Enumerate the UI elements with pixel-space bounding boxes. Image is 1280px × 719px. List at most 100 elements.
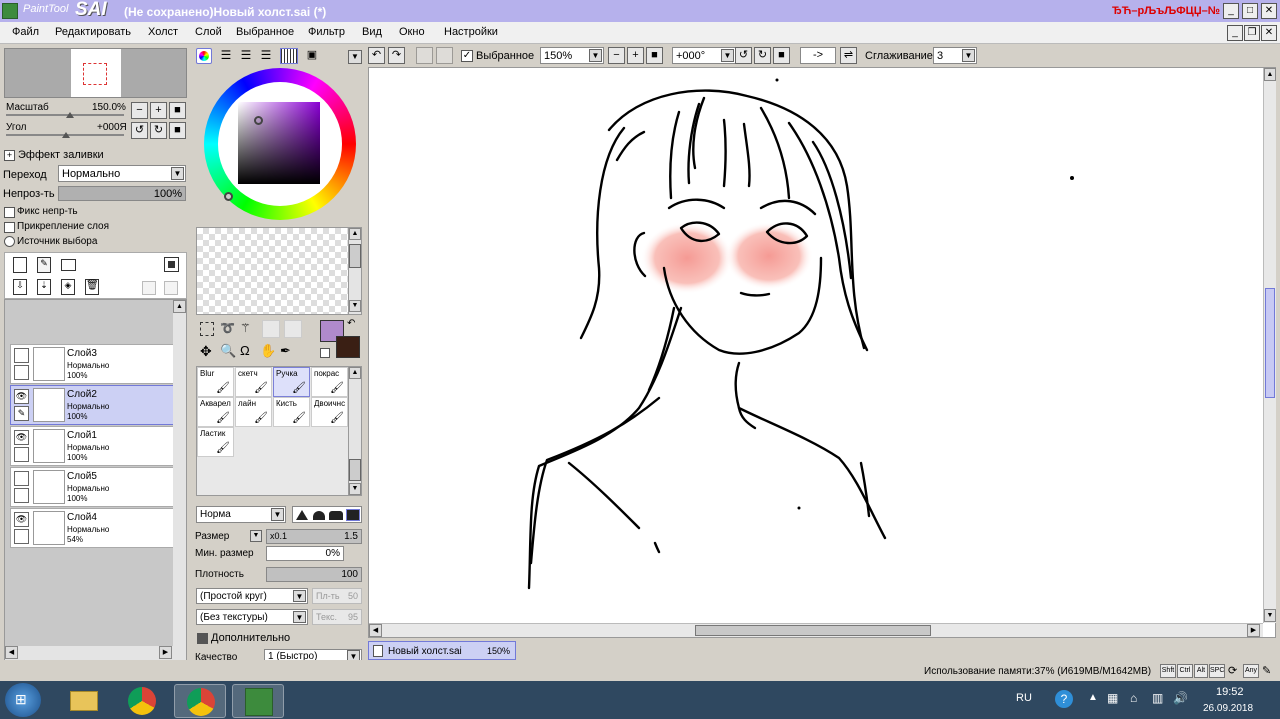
scroll-up-icon[interactable]: ▲: [173, 300, 186, 313]
scroll-left-icon[interactable]: ◀: [369, 624, 382, 637]
zoom-reset-button[interactable]: ■: [169, 102, 186, 119]
tool-grid-scrollbar[interactable]: ▲ ▼: [348, 366, 362, 496]
swatches-tab[interactable]: [280, 48, 298, 64]
sv-cursor[interactable]: [254, 116, 263, 125]
scale-slider-handle[interactable]: [66, 112, 74, 118]
swatch-scroll-thumb[interactable]: [349, 244, 361, 268]
brush-tool-slot[interactable]: скетч 🖌: [235, 367, 272, 397]
taskbar-chrome[interactable]: [116, 684, 168, 718]
zoom-select[interactable]: 150% ▼: [540, 47, 604, 64]
maximize-button[interactable]: □: [1242, 3, 1258, 19]
color-wheel-tab[interactable]: [196, 48, 212, 64]
layer-row[interactable]: Слой5 Нормально 100%: [10, 467, 176, 507]
layer-visibility-toggle[interactable]: 👁: [14, 512, 29, 527]
brush-tool-slot[interactable]: покрас 🖌: [311, 367, 348, 397]
stabilizer-select[interactable]: 3 ▼: [933, 47, 977, 64]
menu-settings[interactable]: Настройки: [444, 26, 498, 38]
flip-horizontal-button[interactable]: ->: [800, 47, 836, 64]
language-indicator[interactable]: RU: [1016, 692, 1032, 704]
clock-date[interactable]: 26.09.2018: [1203, 703, 1253, 714]
layer-row[interactable]: Слой3 Нормально 100%: [10, 344, 176, 384]
brush-edge-selector[interactable]: [292, 506, 362, 523]
layer-lock-toggle[interactable]: [14, 365, 29, 380]
min-size-slider[interactable]: 0%: [266, 546, 344, 561]
selection-source-radio[interactable]: [4, 236, 15, 247]
magic-wand-icon[interactable]: ⚚: [240, 322, 256, 336]
edge-hard-icon[interactable]: [296, 510, 308, 520]
rotate-left-button[interactable]: ↺: [131, 122, 148, 139]
hsv-slider-tab[interactable]: ☰: [238, 48, 254, 64]
rotate-icon[interactable]: Ω: [240, 344, 256, 360]
angle-select[interactable]: +000° ▼: [672, 47, 736, 64]
canvas-vscroll-thumb[interactable]: [1265, 288, 1275, 398]
scroll-up-icon[interactable]: ▲: [349, 367, 361, 379]
clock-time[interactable]: 19:52: [1216, 686, 1244, 698]
edge-medium-icon[interactable]: [313, 511, 325, 520]
texture-param-field[interactable]: Текс. 95: [312, 609, 362, 625]
zoom-in-button[interactable]: +: [150, 102, 167, 119]
taskbar-chrome-2[interactable]: [174, 684, 226, 718]
brush-tool-slot[interactable]: Акварел 🖌: [197, 397, 234, 427]
brush-tool-slot[interactable]: Кисть 🖌: [273, 397, 310, 427]
edge-square-icon[interactable]: [346, 509, 360, 521]
minimize-button[interactable]: _: [1223, 3, 1239, 19]
hue-cursor[interactable]: [224, 192, 233, 201]
scale-slider[interactable]: [6, 114, 124, 116]
density-slider[interactable]: 100: [266, 567, 362, 582]
swatch-scrollbar[interactable]: ▲ ▼: [348, 227, 362, 315]
zoom-out-button[interactable]: −: [131, 102, 148, 119]
brush-texture-select[interactable]: (Без текстуры) ▼: [196, 609, 308, 625]
toolbar-rotate-reset-button[interactable]: ■: [773, 47, 790, 64]
brush-tool-slot[interactable]: Ручка 🖌: [273, 367, 310, 397]
navigator-preview[interactable]: [4, 48, 187, 98]
show-selection-checkbox[interactable]: ✓: [461, 50, 473, 62]
scroll-left-icon[interactable]: ◀: [5, 646, 18, 659]
canvas-artwork[interactable]: [369, 68, 1265, 623]
menu-canvas[interactable]: Холст: [148, 26, 178, 38]
redo-button[interactable]: ↷: [388, 47, 405, 64]
canvas-vscrollbar[interactable]: ▲ ▼: [1263, 68, 1276, 623]
scroll-down-icon[interactable]: ▼: [349, 300, 361, 312]
clear-layer-icon[interactable]: ◈: [61, 279, 75, 295]
scroll-down-icon[interactable]: ▼: [349, 483, 361, 495]
toolbar-rotate-left-button[interactable]: ↺: [735, 47, 752, 64]
saturation-value-square[interactable]: [238, 102, 320, 184]
layer-lock-toggle[interactable]: [14, 488, 29, 503]
layer-visibility-toggle[interactable]: 👁: [14, 389, 29, 404]
undo-button[interactable]: ↶: [368, 47, 385, 64]
menu-filter[interactable]: Фильтр: [308, 26, 345, 38]
layer-lock-toggle[interactable]: [14, 447, 29, 462]
volume-icon[interactable]: 🔊: [1173, 691, 1188, 705]
move-icon[interactable]: ✥: [200, 344, 216, 360]
brush-tool-slot[interactable]: Двоичнс 🖌: [311, 397, 348, 427]
lock-opacity-checkbox[interactable]: [4, 207, 15, 218]
layer-visibility-toggle[interactable]: 👁: [14, 430, 29, 445]
new-layer-icon[interactable]: [13, 257, 27, 273]
taskbar-explorer[interactable]: [58, 684, 110, 718]
menu-edit[interactable]: Редактировать: [55, 26, 131, 38]
layer-list-hscrollbar[interactable]: ◀ ▶: [5, 646, 186, 660]
shape-param-field[interactable]: Пл-ть 50: [312, 588, 362, 604]
layer-visibility-toggle[interactable]: [14, 471, 29, 486]
mixer-tab[interactable]: ☰: [258, 48, 274, 64]
menu-window[interactable]: Окно: [399, 26, 425, 38]
scroll-right-icon[interactable]: ▶: [159, 646, 172, 659]
stabilizer-button[interactable]: ⇌: [840, 47, 857, 64]
blend-mode-select[interactable]: Нормально ▼: [58, 165, 186, 182]
rotate-right-button[interactable]: ↻: [150, 122, 167, 139]
menu-selection[interactable]: Выбранное: [236, 26, 294, 38]
expand-icon[interactable]: +: [4, 150, 15, 161]
close-button[interactable]: ✕: [1261, 3, 1277, 19]
brush-tool-slot[interactable]: Blur 🖌: [197, 367, 234, 397]
tool-scroll-thumb[interactable]: [349, 459, 361, 481]
opacity-slider[interactable]: 100%: [58, 186, 186, 201]
tray-app-icon[interactable]: ▦: [1107, 691, 1118, 705]
menu-layer[interactable]: Слой: [195, 26, 222, 38]
toolbar-zoom-reset-button[interactable]: ■: [646, 47, 663, 64]
layer-lock-toggle[interactable]: [14, 529, 29, 544]
drawing-canvas[interactable]: ▲ ▼ ◀ ▶: [368, 67, 1276, 638]
merge-down-icon[interactable]: ⇩: [13, 279, 27, 295]
document-tab[interactable]: Новый холст.sai 150%: [368, 641, 516, 660]
layer-row[interactable]: 👁 ✎ Слой2 Нормально 100%: [10, 385, 176, 425]
help-icon[interactable]: ?: [1055, 690, 1073, 708]
